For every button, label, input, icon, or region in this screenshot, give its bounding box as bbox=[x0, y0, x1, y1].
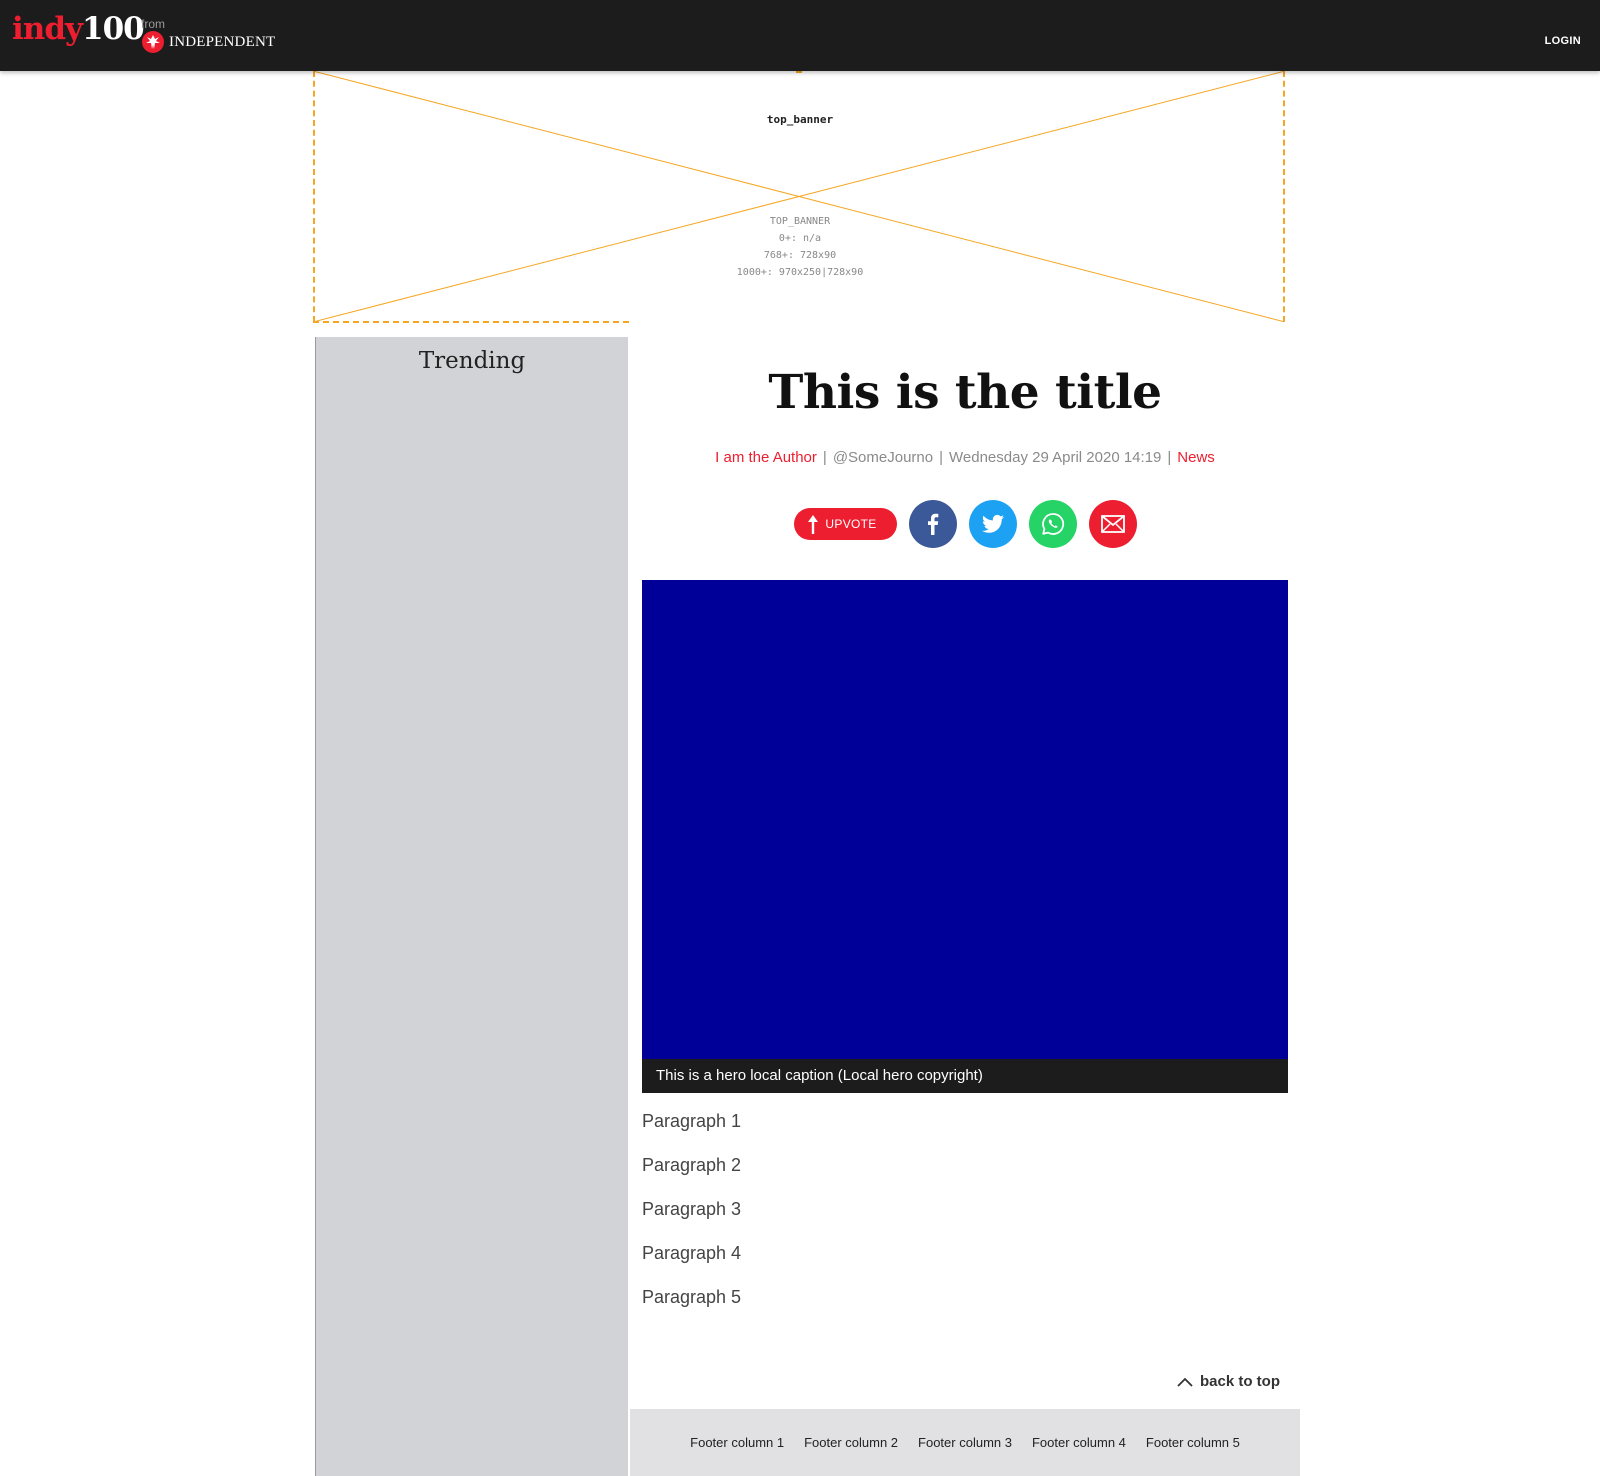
upvote-label: UPVOTE bbox=[825, 517, 877, 531]
footer-column[interactable]: Footer column 2 bbox=[804, 1435, 898, 1450]
article-paragraph: Paragraph 2 bbox=[642, 1155, 742, 1175]
share-whatsapp-button[interactable] bbox=[1028, 500, 1077, 548]
facebook-icon bbox=[927, 513, 938, 535]
ad-size-line: 768+: 728x90 bbox=[763, 250, 837, 261]
footer-column[interactable]: Footer column 3 bbox=[918, 1435, 1012, 1450]
hero-image bbox=[642, 580, 1288, 1059]
ad-size-line: 0+: n/a bbox=[778, 233, 822, 244]
independent-logo-text[interactable]: INDEPENDENT bbox=[169, 35, 275, 50]
article-paragraph: Paragraph 5 bbox=[642, 1287, 742, 1307]
twitter-handle: @SomeJourno bbox=[832, 449, 934, 466]
independent-eagle-icon bbox=[142, 31, 164, 53]
article-paragraph: Paragraph 4 bbox=[642, 1243, 742, 1263]
section-link[interactable]: News bbox=[1177, 449, 1215, 466]
upvote-button[interactable]: UPVOTE bbox=[793, 508, 897, 540]
login-link[interactable]: LOGIN bbox=[1545, 35, 1581, 47]
article-byline: I am the Author | @SomeJourno | Wednesday 29… bbox=[642, 449, 1288, 466]
article-paragraph: Paragraph 3 bbox=[642, 1199, 742, 1219]
logo-number: 100 bbox=[82, 11, 145, 47]
email-icon bbox=[1100, 515, 1125, 533]
back-to-top-label: back to top bbox=[1199, 1373, 1280, 1390]
whatsapp-icon bbox=[1041, 513, 1064, 535]
ad-size-line: TOP_BANNER bbox=[769, 216, 831, 227]
back-to-top-link[interactable]: back to top bbox=[1177, 1373, 1280, 1390]
site-header: indy100 from INDEPENDENT LOGIN bbox=[0, 0, 1600, 71]
indy100-logo[interactable]: indy100 bbox=[12, 11, 145, 47]
share-bar: UPVOTE bbox=[642, 500, 1288, 548]
footer-column[interactable]: Footer column 1 bbox=[690, 1435, 784, 1450]
ad-slot-name: top_banner bbox=[766, 113, 834, 126]
site-footer: Footer column 1 Footer column 2 Footer c… bbox=[630, 1409, 1300, 1476]
upvote-arrow-icon bbox=[808, 515, 819, 534]
hero-figure: This is a hero local caption (Local hero… bbox=[642, 580, 1288, 1093]
logo-word: indy bbox=[12, 11, 83, 47]
ad-size-line: 1000+: 970x250|728x90 bbox=[736, 267, 864, 278]
trending-sidebar: Trending bbox=[315, 337, 628, 1476]
publish-date: Wednesday 29 April 2020 14:19 bbox=[949, 449, 1162, 466]
author-link[interactable]: I am the Author bbox=[715, 449, 817, 466]
from-label: from bbox=[141, 17, 165, 31]
ad-placeholder-cross bbox=[313, 71, 1285, 322]
footer-column[interactable]: Footer column 4 bbox=[1032, 1435, 1126, 1450]
article-paragraph: Paragraph 1 bbox=[642, 1111, 742, 1131]
footer-column[interactable]: Footer column 5 bbox=[1146, 1435, 1240, 1450]
article-body: Paragraph 1 Paragraph 2 Paragraph 3 Para… bbox=[642, 1108, 1288, 1328]
article-title: This is the title bbox=[768, 365, 1162, 420]
trending-heading: Trending bbox=[418, 348, 526, 374]
twitter-icon bbox=[981, 514, 1004, 533]
share-email-button[interactable] bbox=[1088, 500, 1137, 548]
byline-separator: | bbox=[1167, 449, 1172, 466]
chevron-up-icon bbox=[1177, 1377, 1193, 1387]
ad-size-info: TOP_BANNER 0+: n/a 768+: 728x90 1000+: 9… bbox=[650, 213, 950, 281]
byline-separator: | bbox=[939, 449, 943, 466]
share-facebook-button[interactable] bbox=[908, 500, 957, 548]
byline-separator: | bbox=[822, 449, 827, 466]
share-twitter-button[interactable] bbox=[968, 500, 1017, 548]
hero-caption: This is a hero local caption (Local hero… bbox=[642, 1059, 1288, 1093]
